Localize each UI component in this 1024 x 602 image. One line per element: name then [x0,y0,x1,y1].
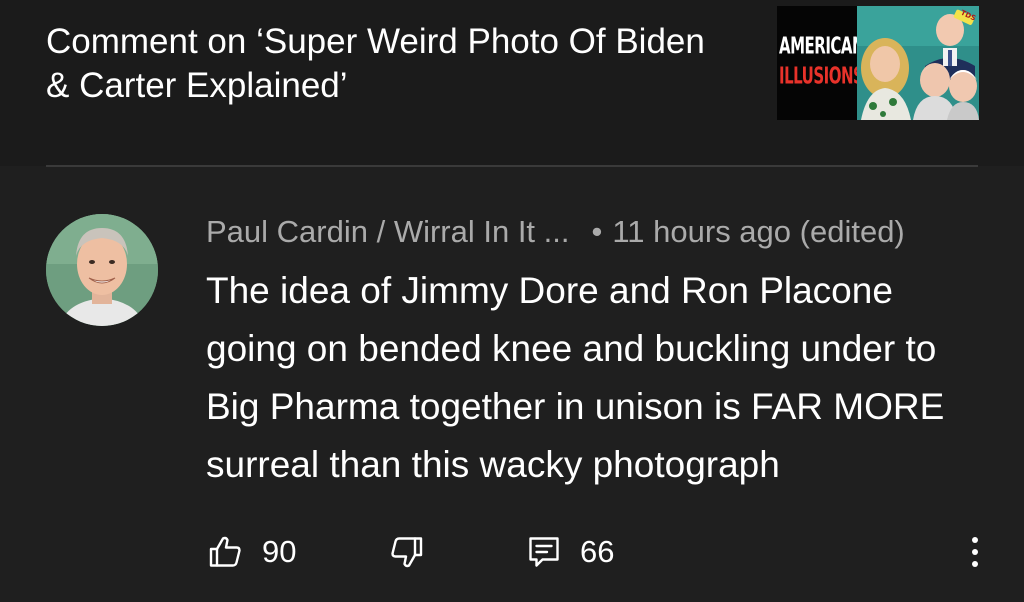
comment-actions: 90 66 [0,525,1024,579]
comment-page: Comment on ‘Super Weird Photo Of Biden &… [0,0,1024,602]
comment-meta: Paul Cardin / Wirral In It ... • 11 hours … [206,212,905,252]
user-avatar[interactable] [46,214,158,326]
reply-count: 66 [580,534,615,569]
like-button[interactable]: 90 [208,525,296,579]
like-count: 90 [262,534,297,569]
video-thumbnail[interactable]: AMERICAN ILLUSIONS TDS [777,6,979,120]
comment-author[interactable]: Paul Cardin / Wirral In It ... [206,214,570,249]
page-title: Comment on ‘Super Weird Photo Of Biden &… [46,22,705,105]
comment-timestamp: 11 hours ago (edited) [612,214,905,249]
avatar-image [46,214,158,326]
divider [46,165,978,167]
meta-separator: • [591,214,603,249]
header: Comment on ‘Super Weird Photo Of Biden &… [0,0,1024,166]
thumbnail-text-panel: AMERICAN ILLUSIONS [777,6,865,120]
thumbnail-photo: TDS [857,6,979,120]
more-options-button[interactable] [960,525,990,579]
dislike-button[interactable] [388,525,424,579]
thumbnail-line1: AMERICAN [779,32,865,60]
more-vert-icon [972,537,978,567]
thumbnail-line2: ILLUSIONS [779,62,864,90]
comment-text: The idea of Jimmy Dore and Ron Placone g… [206,270,945,485]
reply-button[interactable]: 66 [526,525,614,579]
comment-icon [529,537,559,567]
thumbs-down-icon [391,537,423,568]
thumbs-up-icon [209,536,241,567]
